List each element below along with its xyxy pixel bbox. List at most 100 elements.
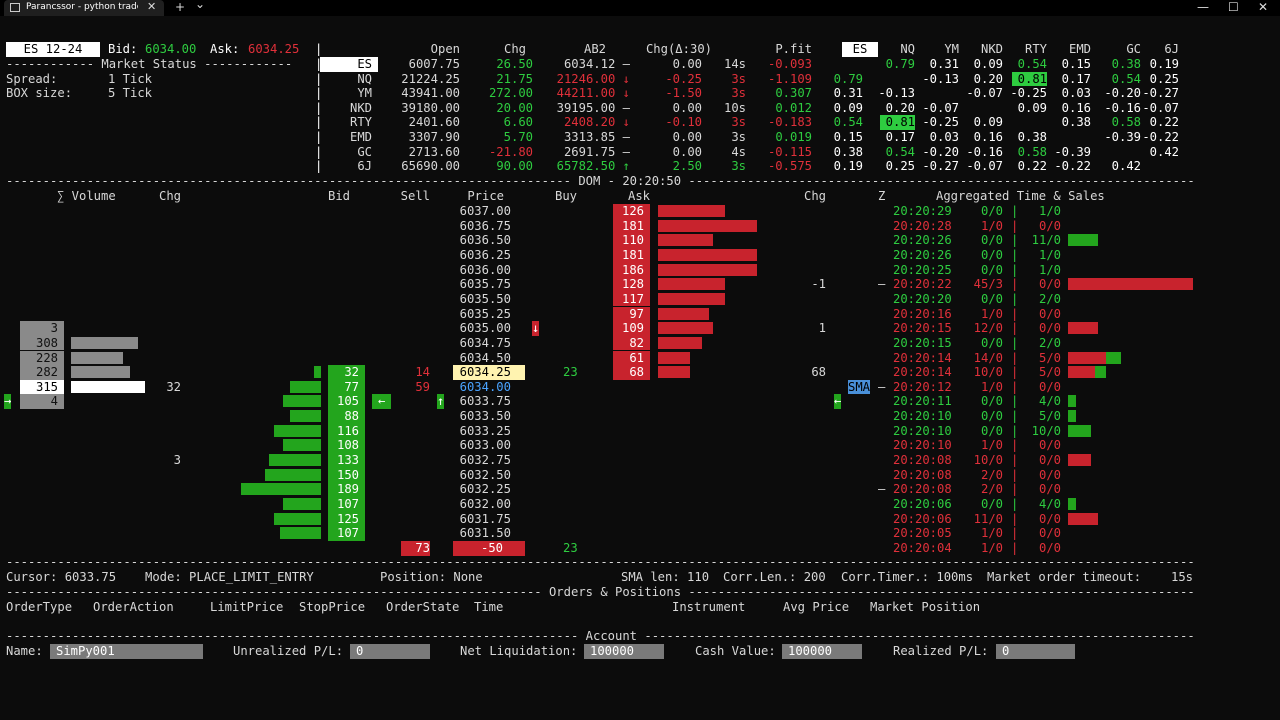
realized-pl-field[interactable]: 0 xyxy=(996,644,1075,659)
ask-size[interactable]: 181 xyxy=(613,247,650,263)
terminal-tab[interactable]: Parancssor - python trader.py ✕ xyxy=(4,0,164,16)
orders-col-header: OrderState xyxy=(386,600,460,614)
net-liquidation-field[interactable]: 100000 xyxy=(584,644,664,659)
ts-bar xyxy=(1068,424,1091,437)
quotes-delta-time: 3s xyxy=(731,159,746,174)
quotes-row-symbol[interactable]: 6J xyxy=(312,159,372,174)
ts-time: 20:20:14 xyxy=(893,365,952,380)
quotes-row-symbol[interactable]: GC xyxy=(312,145,372,160)
header-chg-left: Chg xyxy=(159,189,182,203)
corr-cell: -0.13 xyxy=(922,71,959,86)
ask-size[interactable]: 97 xyxy=(613,306,650,322)
ts-buy: 0/0 xyxy=(1038,438,1061,453)
price-cell[interactable]: 6036.00 xyxy=(441,263,511,278)
corr-cell: -0.07 xyxy=(1142,100,1179,115)
bid-size[interactable]: 189 xyxy=(328,482,365,497)
price-cell[interactable]: 6034.50 xyxy=(441,351,511,366)
cash-value-field[interactable]: 100000 xyxy=(782,644,862,659)
corr-cell: 0.20 xyxy=(885,100,915,115)
symbol-selector[interactable]: ES 12-24 xyxy=(6,42,100,57)
ask-size[interactable]: 61 xyxy=(613,350,650,366)
ts-sell: 2/0 xyxy=(980,482,1003,497)
ask-size[interactable]: 126 xyxy=(613,204,650,219)
bid-size[interactable]: 125 xyxy=(328,511,365,527)
quotes-delta-time: 10s xyxy=(723,100,746,115)
bid-size[interactable]: 105 xyxy=(328,394,365,410)
price-cell[interactable]: 6032.00 xyxy=(441,497,511,512)
quotes-open: 6007.75 xyxy=(408,57,460,71)
bid-size[interactable]: 77 xyxy=(328,379,365,395)
ts-buy: 0/0 xyxy=(1038,482,1061,497)
price-cell[interactable]: 6034.75 xyxy=(441,336,511,351)
bid-size[interactable]: 108 xyxy=(328,438,365,453)
bid-size[interactable]: 116 xyxy=(328,423,365,439)
price-cell[interactable]: 6037.00 xyxy=(441,204,511,219)
bid-size[interactable]: 107 xyxy=(328,497,365,512)
quotes-ab2: 2408.20 ↓ xyxy=(563,115,630,130)
minimize-icon[interactable]: — xyxy=(1197,0,1209,14)
price-cell[interactable]: 6031.50 xyxy=(441,526,511,541)
ask-size[interactable]: 186 xyxy=(613,262,650,278)
account-name-field[interactable]: SimPy001 xyxy=(50,644,203,659)
price-cell[interactable]: 6031.75 xyxy=(441,512,511,527)
ask-size[interactable]: 68 xyxy=(613,365,650,380)
quotes-row-symbol[interactable]: ES xyxy=(320,57,378,72)
tab-close-icon[interactable]: ✕ xyxy=(147,0,156,13)
ask-size[interactable]: 181 xyxy=(613,218,650,234)
volume-bar xyxy=(71,351,123,364)
price-cell[interactable]: 6032.25 xyxy=(441,482,511,497)
chg-right: -1 xyxy=(811,277,826,292)
chevron-down-icon[interactable]: ⌄ xyxy=(195,0,205,11)
price-cell[interactable]: 6032.50 xyxy=(441,468,511,483)
price-cell[interactable]: 6035.00 xyxy=(441,321,511,336)
quotes-row-symbol[interactable]: NQ xyxy=(312,72,372,87)
corr-cell: 0.15 xyxy=(1061,57,1091,71)
quotes-pfit: -1.109 xyxy=(767,71,812,86)
maximize-icon[interactable]: ☐ xyxy=(1228,0,1239,14)
corr-cell: -0.07 xyxy=(922,100,959,115)
price-cell[interactable]: 6034.25 xyxy=(453,365,525,380)
ts-time: 20:20:28 xyxy=(893,218,952,233)
price-cell[interactable]: 6035.25 xyxy=(441,307,511,322)
price-cell[interactable]: 6036.75 xyxy=(441,219,511,234)
chg-left: 32 xyxy=(166,379,181,394)
quotes-delta-time: 4s xyxy=(731,144,746,159)
ask-size[interactable]: 128 xyxy=(613,277,650,292)
price-cell[interactable]: 6034.00 xyxy=(441,380,511,395)
quotes-row-symbol[interactable]: YM xyxy=(312,86,372,101)
sma-badge: SMA xyxy=(848,379,871,395)
price-cell[interactable]: 6033.75 xyxy=(441,394,511,409)
price-cell[interactable]: 6035.50 xyxy=(441,292,511,307)
price-cell[interactable]: 6036.50 xyxy=(441,233,511,248)
bid-size[interactable]: 133 xyxy=(328,453,365,468)
bid-depth-bar xyxy=(290,380,321,393)
quotes-row-symbol[interactable]: RTY xyxy=(312,115,372,130)
ask-size[interactable]: 109 xyxy=(613,321,650,336)
price-cell[interactable]: 6032.75 xyxy=(441,453,511,468)
quotes-row-symbol[interactable]: NKD xyxy=(312,101,372,116)
ask-size[interactable]: 82 xyxy=(613,335,650,351)
bid-size[interactable]: 88 xyxy=(328,409,365,424)
price-cell[interactable]: 6033.50 xyxy=(441,409,511,424)
quotes-row-symbol[interactable]: EMD xyxy=(312,130,372,145)
quotes-open: 65690.00 xyxy=(401,159,460,174)
bid-size[interactable]: 107 xyxy=(328,526,365,541)
quotes-pfit: -0.115 xyxy=(767,144,812,159)
price-cell[interactable]: 6033.00 xyxy=(441,438,511,453)
price-cell[interactable]: 6033.25 xyxy=(441,424,511,439)
unrealized-pl-field[interactable]: 0 xyxy=(350,644,430,659)
price-cell[interactable]: 6035.75 xyxy=(441,277,511,292)
ask-size[interactable]: 117 xyxy=(613,291,650,307)
close-window-icon[interactable]: ✕ xyxy=(1258,0,1268,14)
price-cell[interactable]: 6036.25 xyxy=(441,248,511,263)
new-tab-icon[interactable]: + xyxy=(175,0,185,14)
bid-size[interactable]: 150 xyxy=(328,467,365,483)
quotes-open: 3307.90 xyxy=(408,130,460,144)
quotes-open: 2401.60 xyxy=(408,115,460,130)
bid-size[interactable]: 32 xyxy=(328,365,365,380)
corr-cell: 0.25 xyxy=(885,159,915,174)
ts-sell: 1/0 xyxy=(980,526,1003,541)
corr-cell: 0.25 xyxy=(1149,71,1179,86)
ask-size[interactable]: 110 xyxy=(613,233,650,248)
price-cell: -50 xyxy=(453,540,525,556)
